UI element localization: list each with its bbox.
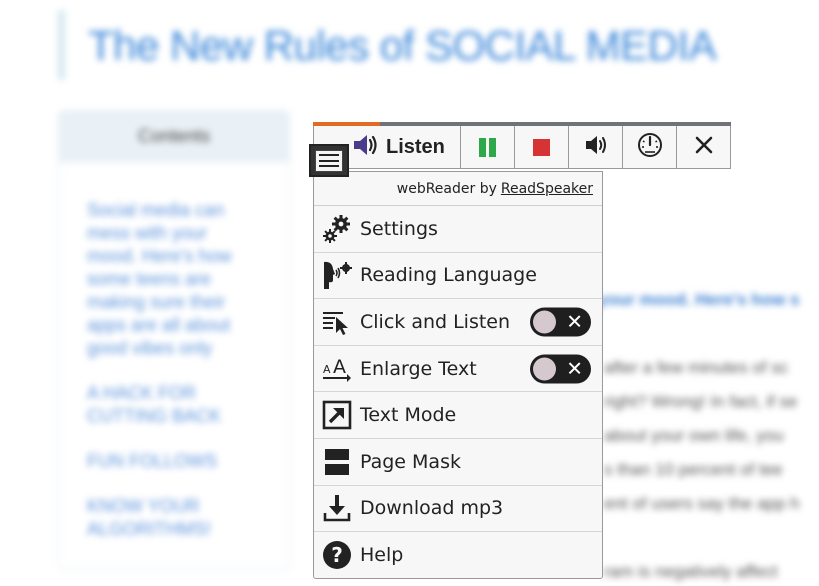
svg-text:?: ? <box>331 543 343 567</box>
speed-button[interactable] <box>622 126 676 168</box>
pause-icon <box>478 137 498 157</box>
pause-button[interactable] <box>460 126 514 168</box>
menu-item-label: Text Mode <box>360 404 457 427</box>
toggle-knob <box>533 310 556 334</box>
click-pointer-icon <box>321 306 353 338</box>
playback-progress-fill <box>313 122 380 126</box>
menu-item-page-mask[interactable]: Page Mask <box>314 439 602 486</box>
article-line: after a few minutes of sc <box>604 358 789 377</box>
menu-item-help[interactable]: ? Help <box>314 532 602 579</box>
contents-panel: Contents Social media can mess with your… <box>58 110 290 570</box>
webreader-credit: webReader by ReadSpeaker <box>314 172 602 206</box>
svg-text:A: A <box>333 356 346 378</box>
menu-item-label: Download mp3 <box>360 497 504 520</box>
download-icon <box>321 492 353 524</box>
speaking-head-icon <box>321 259 353 291</box>
toggle-off-icon: ✕ <box>566 309 583 334</box>
stop-icon <box>533 138 550 156</box>
click-and-listen-toggle[interactable]: ✕ <box>530 307 591 337</box>
menu-item-reading-language[interactable]: Reading Language <box>314 253 602 300</box>
help-icon: ? <box>321 539 353 571</box>
menu-item-click-and-listen[interactable]: Click and Listen ✕ <box>314 299 602 346</box>
close-player-button[interactable] <box>676 126 730 168</box>
article-line: ram is negatively affect <box>604 562 778 581</box>
menu-item-label: Click and Listen <box>360 310 511 333</box>
hamburger-icon <box>315 149 343 172</box>
player-options-menu: webReader by ReadSpeaker Settings Readin… <box>313 171 603 579</box>
volume-icon <box>584 134 608 160</box>
enlarge-text-toggle[interactable]: ✕ <box>530 354 591 384</box>
stop-button[interactable] <box>514 126 568 168</box>
article-subheading: your mood. Here's how s <box>598 290 800 309</box>
page-mask-icon <box>321 446 353 478</box>
gears-icon <box>321 213 353 245</box>
toc-link[interactable]: A HACK FOR CUTTING BACK <box>87 382 247 428</box>
menu-item-label: Reading Language <box>360 264 537 287</box>
toc-link[interactable]: KNOW YOUR ALGORITHMS! <box>87 495 247 541</box>
toggle-off-icon: ✕ <box>566 356 583 381</box>
credit-prefix: webReader by <box>396 180 497 197</box>
contents-heading: Contents <box>59 111 289 163</box>
menu-item-enlarge-text[interactable]: A A Enlarge Text ✕ <box>314 346 602 393</box>
external-arrow-icon <box>321 399 353 431</box>
toc-link[interactable]: Social media can mess with your mood. He… <box>87 199 257 360</box>
playback-progress[interactable] <box>313 122 731 126</box>
article-line: ent of users say the app h <box>604 494 800 513</box>
menu-item-label: Enlarge Text <box>360 357 477 380</box>
menu-item-label: Settings <box>360 217 438 240</box>
menu-item-label: Page Mask <box>360 450 461 473</box>
menu-item-label: Help <box>360 544 404 567</box>
svg-text:A: A <box>323 363 331 376</box>
readspeaker-link[interactable]: ReadSpeaker <box>501 181 593 197</box>
menu-item-download-mp3[interactable]: Download mp3 <box>314 486 602 533</box>
speaker-icon <box>352 133 378 161</box>
title-accent-bar <box>58 10 65 80</box>
speedometer-icon <box>637 132 663 162</box>
article-line: right? Wrong! In fact, if se <box>604 392 798 411</box>
toc-link[interactable]: FUN FOLLOWS <box>87 450 257 473</box>
readspeaker-player: Listen <box>313 122 731 169</box>
menu-toggle-button[interactable] <box>309 144 349 177</box>
page-title: The New Rules of SOCIAL MEDIA <box>88 22 717 69</box>
toggle-knob <box>533 357 556 381</box>
enlarge-text-icon: A A <box>321 353 353 385</box>
menu-item-text-mode[interactable]: Text Mode <box>314 392 602 439</box>
volume-button[interactable] <box>568 126 622 168</box>
article-line: about your own life, you <box>604 426 784 445</box>
article-line: s than 10 percent of tee <box>604 460 783 479</box>
menu-item-settings[interactable]: Settings <box>314 206 602 253</box>
listen-label: Listen <box>386 135 445 158</box>
close-icon <box>694 135 714 159</box>
